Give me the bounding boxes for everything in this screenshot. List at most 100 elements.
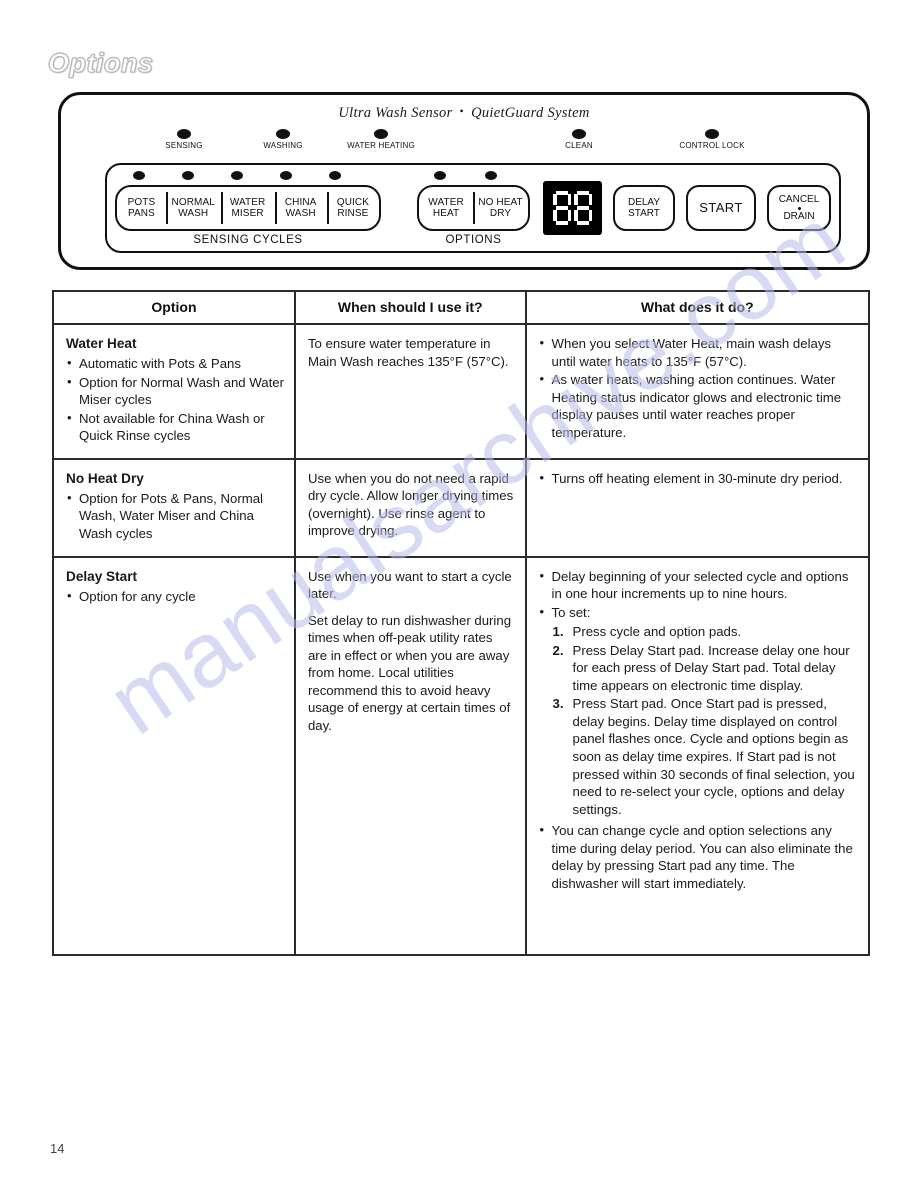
status-led-label: SENSING xyxy=(165,141,203,150)
start-button[interactable]: START xyxy=(686,185,756,231)
delay-start-button[interactable]: DELAY START xyxy=(613,185,675,231)
panel-brand-line: Ultra Wash Sensor • QuietGuard System xyxy=(61,104,867,122)
what-bullet-list-after: You can change cycle and option selectio… xyxy=(539,821,858,892)
what-bullet-list: Delay beginning of your selected cycle a… xyxy=(539,567,858,622)
button-label-line1: CANCEL xyxy=(778,194,820,205)
led-dot-icon xyxy=(177,129,191,139)
step-text: Press Start pad. Once Start pad is press… xyxy=(572,696,855,817)
button-label-line1: START xyxy=(699,199,743,215)
step-item: 1. Press cycle and option pads. xyxy=(553,623,858,641)
pad-china-wash[interactable]: CHINA WASH xyxy=(274,187,327,229)
status-led-label: WATER HEATING xyxy=(347,141,415,150)
pad-label-line2: DRY xyxy=(489,208,512,219)
column-header-option: Option xyxy=(52,290,296,325)
what-bullet-list: When you select Water Heat, main wash de… xyxy=(539,334,858,441)
brand-left-text: Ultra Wash Sensor xyxy=(338,105,453,121)
step-text: Press cycle and option pads. xyxy=(572,624,742,640)
electronic-time-display: 88 xyxy=(543,181,602,235)
pad-led-normal-wash xyxy=(182,171,194,180)
button-label-line2: START xyxy=(628,208,660,219)
pad-water-miser[interactable]: WATER MISER xyxy=(220,187,275,229)
options-caption: OPTIONS xyxy=(445,234,502,246)
what-bullet-list: Turns off heating element in 30-minute d… xyxy=(539,469,858,488)
led-dot-icon xyxy=(705,129,719,139)
pad-label-line1: QUICK xyxy=(336,196,369,208)
pad-led-quick-rinse xyxy=(329,171,341,180)
option-cell: Delay Start Option for any cycle xyxy=(52,555,296,956)
status-led-control-lock: CONTROL LOCK xyxy=(657,129,767,150)
column-header-when: When should I use it? xyxy=(293,290,527,325)
status-led-sensing: SENSING xyxy=(129,129,239,150)
option-bullet-list: Option for any cycle xyxy=(66,587,284,606)
list-item: Automatic with Pots & Pans xyxy=(66,354,284,373)
seven-segment-digit xyxy=(553,191,571,225)
keypad-region: POTS PANS NORMAL WASH WATER MISER CHINA … xyxy=(105,163,841,253)
what-cell: Delay beginning of your selected cycle a… xyxy=(524,555,871,956)
pad-pots-pans[interactable]: POTS PANS xyxy=(117,187,166,229)
list-item: You can change cycle and option selectio… xyxy=(539,821,858,892)
page-title: Options xyxy=(48,48,154,79)
pad-label-line2: RINSE xyxy=(337,208,369,219)
pad-led-pots-pans xyxy=(133,171,145,180)
column-header-what: What does it do? xyxy=(524,290,871,325)
status-led-washing: WASHING xyxy=(228,129,338,150)
when-cell: Use when you do not need a rapid dry cyc… xyxy=(293,457,527,558)
pad-led-water-miser xyxy=(231,171,243,180)
pad-led-row xyxy=(107,171,839,183)
pad-label-line1: CHINA xyxy=(284,196,317,208)
table-row: Delay Start Option for any cycle Use whe… xyxy=(52,555,871,956)
options-pad-group: WATER HEAT NO HEAT DRY xyxy=(417,185,530,231)
list-item: Option for any cycle xyxy=(66,587,284,606)
what-cell: When you select Water Heat, main wash de… xyxy=(524,323,871,460)
option-title: Water Heat xyxy=(66,336,137,351)
step-number: 2. xyxy=(552,642,564,658)
pad-label-line1: NO HEAT xyxy=(478,196,523,208)
paragraph: Set delay to run dishwasher during times… xyxy=(307,612,512,733)
pad-led-no-heat-dry xyxy=(485,171,497,180)
pad-normal-wash[interactable]: NORMAL WASH xyxy=(165,187,221,229)
list-item: Delay beginning of your selected cycle a… xyxy=(539,567,858,603)
status-led-label: CONTROL LOCK xyxy=(679,141,745,150)
list-item: Not available for China Wash or Quick Ri… xyxy=(66,409,284,445)
list-item: Turns off heating element in 30-minute d… xyxy=(539,469,858,488)
cancel-drain-button[interactable]: CANCEL DRAIN xyxy=(767,185,831,231)
what-cell: Turns off heating element in 30-minute d… xyxy=(524,457,871,558)
led-dot-icon xyxy=(276,129,290,139)
option-cell: Water Heat Automatic with Pots & Pans Op… xyxy=(52,323,296,460)
page-number: 14 xyxy=(50,1141,65,1156)
control-panel-diagram: Ultra Wash Sensor • QuietGuard System SENS… xyxy=(58,92,870,270)
table-header-row: Option When should I use it? What does i… xyxy=(52,290,871,325)
pad-led-water-heat xyxy=(434,171,446,180)
when-cell: Use when you want to start a cycle later… xyxy=(293,555,527,956)
option-title: Delay Start xyxy=(66,568,138,584)
list-item: Option for Normal Wash and Water Miser c… xyxy=(66,373,284,409)
list-item: To set: xyxy=(539,603,858,622)
pad-label-line2: MISER xyxy=(231,208,264,219)
led-dot-icon xyxy=(572,129,586,139)
steps-list: 1. Press cycle and option pads. 2. Press D… xyxy=(539,623,858,818)
when-cell: To ensure water temperature in Main Wash… xyxy=(293,323,527,460)
table-row: No Heat Dry Option for Pots & Pans, Norm… xyxy=(52,457,871,558)
pad-label-line2: PANS xyxy=(127,208,155,219)
option-bullet-list: Automatic with Pots & Pans Option for No… xyxy=(66,354,284,445)
status-led-label: WASHING xyxy=(263,141,303,150)
status-led-clean: CLEAN xyxy=(524,129,634,150)
pad-quick-rinse[interactable]: QUICK RINSE xyxy=(326,187,379,229)
pad-label-line1: NORMAL xyxy=(171,196,215,208)
seven-segment-digit xyxy=(574,191,592,225)
paragraph: Use when you do not need a rapid dry cyc… xyxy=(307,470,514,539)
pad-label-line2: HEAT xyxy=(432,208,460,219)
pad-led-china-wash xyxy=(280,171,292,180)
option-cell: No Heat Dry Option for Pots & Pans, Norm… xyxy=(52,457,296,558)
brand-right-text: QuietGuard System xyxy=(471,105,590,121)
list-item: When you select Water Heat, main wash de… xyxy=(539,334,858,370)
option-title: No Heat Dry xyxy=(66,470,144,486)
sensing-cycles-caption: SENSING CYCLES xyxy=(193,234,303,246)
pad-label-line1: WATER xyxy=(229,196,266,208)
list-item: As water heats, washing action continues… xyxy=(539,370,858,441)
button-label-line2: DRAIN xyxy=(783,210,815,222)
status-led-label: CLEAN xyxy=(565,141,593,150)
step-number: 1. xyxy=(552,624,564,640)
pad-no-heat-dry[interactable]: NO HEAT DRY xyxy=(473,187,528,229)
pad-water-heat[interactable]: WATER HEAT xyxy=(419,187,473,229)
